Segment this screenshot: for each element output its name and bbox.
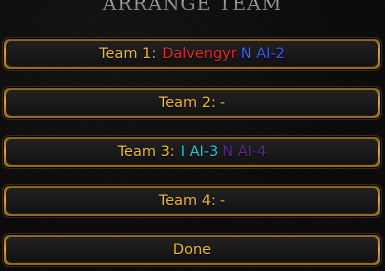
team-4-label: Team 4:: [158, 192, 216, 209]
team-3-player-n-ai-4: N AI-4: [222, 143, 267, 160]
team-1-row: Team 1: Dalvengyr N AI-2: [6, 41, 378, 67]
dialog-title: ARRANGE TEAM: [0, 0, 385, 15]
team-3-button[interactable]: Team 3: I AI-3 N AI-4: [2, 135, 382, 169]
team-2-button[interactable]: Team 2: -: [2, 86, 382, 120]
team-3-label: Team 3:: [117, 143, 175, 160]
team-3-player-i-ai-3: I AI-3: [180, 143, 219, 160]
team-1-player-dalvengyr: Dalvengyr: [162, 45, 237, 62]
team-4-empty-marker: -: [219, 192, 226, 209]
done-button-face: Done: [6, 237, 378, 263]
team-4-button[interactable]: Team 4: -: [2, 184, 382, 218]
team-1-button[interactable]: Team 1: Dalvengyr N AI-2: [2, 37, 382, 71]
team-1-label: Team 1:: [99, 45, 157, 62]
team-2-label: Team 2:: [158, 94, 216, 111]
team-1-player-n-ai-2: N AI-2: [240, 45, 285, 62]
done-button[interactable]: Done: [2, 233, 382, 267]
team-2-empty-marker: -: [219, 94, 226, 111]
team-2-row: Team 2: -: [6, 90, 378, 116]
team-3-row: Team 3: I AI-3 N AI-4: [6, 139, 378, 165]
done-button-label: Done: [172, 241, 212, 258]
team-4-row: Team 4: -: [6, 188, 378, 214]
